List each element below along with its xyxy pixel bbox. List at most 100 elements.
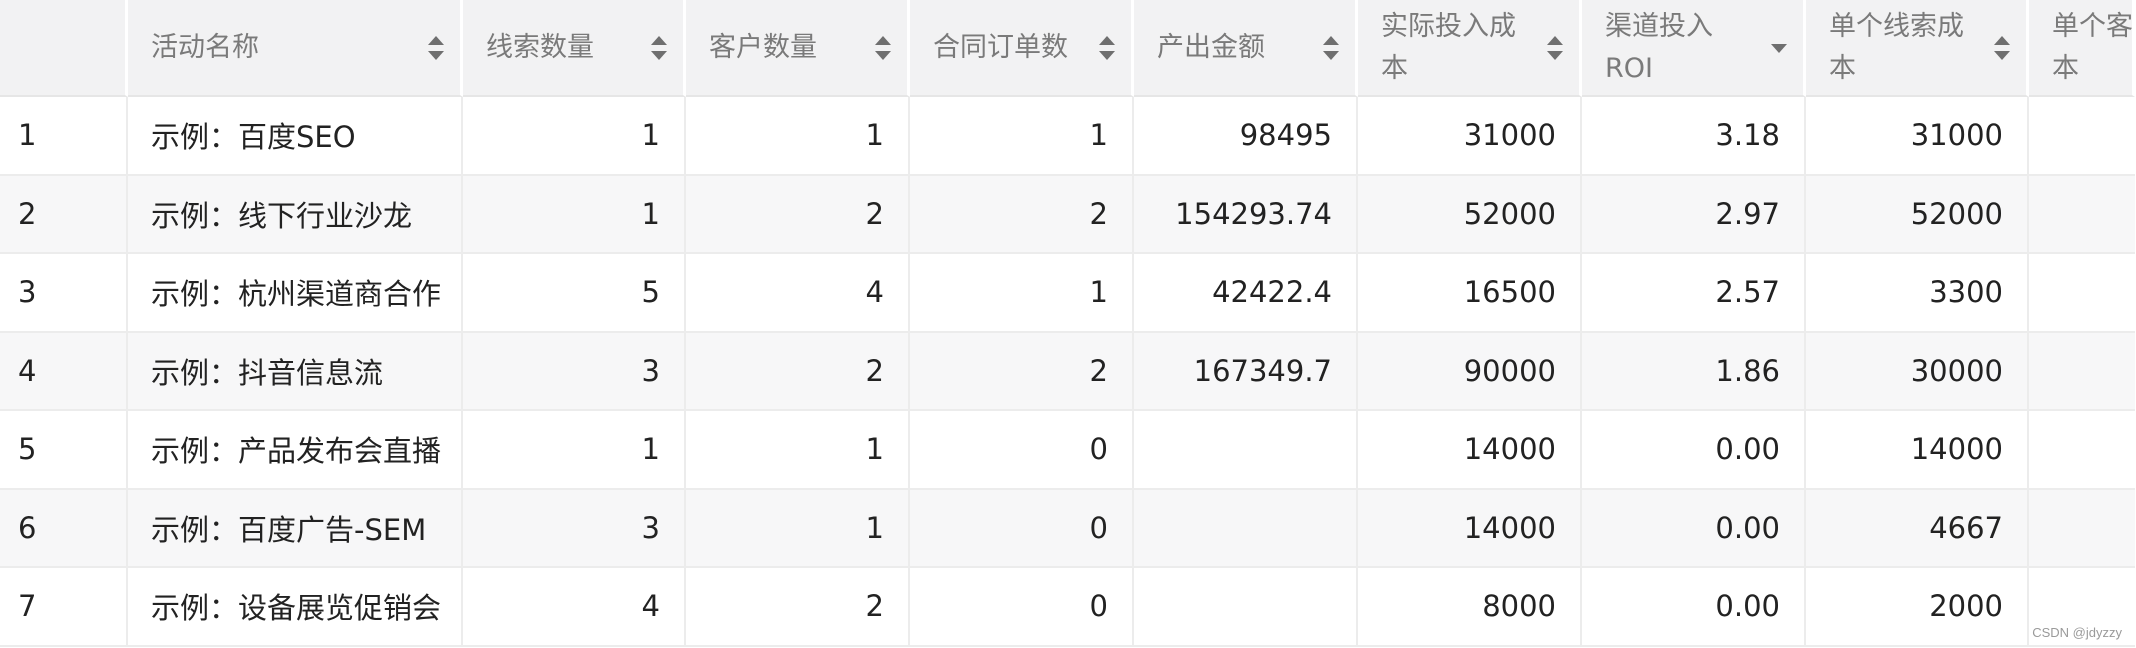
table-cell-cost-per-customer	[2029, 411, 2135, 490]
table-cell-output-amount: 98495	[1134, 97, 1358, 176]
table-cell-cost-per-lead: 14000	[1806, 411, 2029, 490]
table-cell-activity-name: 示例：百度广告-SEM	[128, 489, 463, 568]
column-header-contract-order-count[interactable]: 合同订单数	[910, 0, 1134, 97]
table-cell-cost-per-lead: 2000	[1806, 568, 2029, 647]
table-cell-output-amount: 154293.74	[1134, 175, 1358, 254]
table-cell-contract-order-count: 2	[910, 332, 1134, 411]
column-header-label: 合同订单数	[933, 0, 1068, 95]
table-cell-cost-per-customer	[2029, 489, 2135, 568]
header-label-line: 单个客	[2052, 10, 2133, 42]
column-header-label: 实际投入成本	[1381, 0, 1516, 95]
table-cell-cost-per-customer	[2029, 332, 2135, 411]
table-cell-activity-name: 示例：设备展览促销会	[128, 568, 463, 647]
column-header-cost-per-lead[interactable]: 单个线索成本	[1806, 0, 2029, 97]
table-cell-index: 6	[0, 489, 128, 568]
table-cell-cost-per-customer	[2029, 254, 2135, 333]
table-cell-actual-cost: 31000	[1358, 97, 1582, 176]
column-header-lead-count[interactable]: 线索数量	[463, 0, 686, 97]
table-cell-output-amount: 167349.7	[1134, 332, 1358, 411]
table-cell-lead-count: 3	[463, 332, 686, 411]
table-cell-cost-per-lead: 4667	[1806, 489, 2029, 568]
table-cell-lead-count: 5	[463, 254, 686, 333]
table-cell-index: 2	[0, 175, 128, 254]
header-label-line: 客户数量	[709, 31, 817, 63]
table-cell-index: 5	[0, 411, 128, 490]
table-cell-activity-name: 示例：杭州渠道商合作	[128, 254, 463, 333]
table-cell-index: 7	[0, 568, 128, 647]
sort-icon[interactable]	[1547, 35, 1563, 60]
sort-icon[interactable]	[651, 35, 667, 60]
sort-icon[interactable]	[1099, 35, 1115, 60]
sort-icon[interactable]	[1323, 35, 1339, 60]
table-cell-activity-name: 示例：产品发布会直播	[128, 411, 463, 490]
table-cell-lead-count: 1	[463, 97, 686, 176]
table-cell-activity-name: 示例：百度SEO	[128, 97, 463, 176]
table-cell-channel-roi: 0.00	[1582, 489, 1806, 568]
table-cell-output-amount	[1134, 411, 1358, 490]
table-cell-cost-per-lead: 3300	[1806, 254, 2029, 333]
header-label-line: 本	[1381, 52, 1408, 84]
table-cell-contract-order-count: 0	[910, 411, 1134, 490]
column-header-customer-count[interactable]: 客户数量	[686, 0, 910, 97]
table-cell-output-amount	[1134, 489, 1358, 568]
table-cell-customer-count: 2	[686, 175, 910, 254]
watermark: CSDN @jdyzzy	[2032, 625, 2122, 640]
column-header-label: 产出金额	[1157, 0, 1265, 95]
column-header-label: 单个线索成本	[1829, 0, 1964, 95]
table-cell-customer-count: 2	[686, 568, 910, 647]
header-label-line: 本	[2052, 52, 2079, 84]
table-cell-contract-order-count: 0	[910, 489, 1134, 568]
table-cell-cost-per-customer	[2029, 97, 2135, 176]
table-cell-actual-cost: 90000	[1358, 332, 1582, 411]
header-label-line: 渠道投入	[1605, 10, 1713, 42]
header-label-line: 本	[1829, 52, 1856, 84]
table-cell-actual-cost: 16500	[1358, 254, 1582, 333]
column-header-cost-per-customer[interactable]: 单个客本	[2029, 0, 2135, 97]
table-cell-cost-per-lead: 31000	[1806, 97, 2029, 176]
column-header-label: 客户数量	[709, 0, 817, 95]
table-cell-channel-roi: 1.86	[1582, 332, 1806, 411]
table-cell-index: 3	[0, 254, 128, 333]
column-header-output-amount[interactable]: 产出金额	[1134, 0, 1358, 97]
column-header-label: 线索数量	[486, 0, 594, 95]
table-cell-customer-count: 1	[686, 411, 910, 490]
sort-desc-icon[interactable]	[1771, 36, 1787, 60]
header-label-line: 线索数量	[486, 31, 594, 63]
table-cell-actual-cost: 8000	[1358, 568, 1582, 647]
column-header-channel-roi[interactable]: 渠道投入 ROI	[1582, 0, 1806, 97]
table-cell-channel-roi: 3.18	[1582, 97, 1806, 176]
table-cell-output-amount: 42422.4	[1134, 254, 1358, 333]
table-cell-contract-order-count: 0	[910, 568, 1134, 647]
table-cell-output-amount	[1134, 568, 1358, 647]
column-header-actual-cost[interactable]: 实际投入成本	[1358, 0, 1582, 97]
table-cell-index: 4	[0, 332, 128, 411]
header-label-line: 活动名称	[151, 31, 259, 63]
table-cell-cost-per-lead: 52000	[1806, 175, 2029, 254]
table-cell-lead-count: 3	[463, 489, 686, 568]
header-label-line: 合同订单数	[933, 31, 1068, 63]
table-cell-actual-cost: 14000	[1358, 411, 1582, 490]
table-cell-customer-count: 1	[686, 97, 910, 176]
table-cell-actual-cost: 52000	[1358, 175, 1582, 254]
header-label-line: 实际投入成	[1381, 10, 1516, 42]
table-cell-lead-count: 1	[463, 175, 686, 254]
sort-icon[interactable]	[1994, 35, 2010, 60]
sort-icon[interactable]	[428, 35, 444, 60]
table-cell-contract-order-count: 1	[910, 254, 1134, 333]
table-cell-channel-roi: 0.00	[1582, 568, 1806, 647]
table-cell-activity-name: 示例：抖音信息流	[128, 332, 463, 411]
table-cell-contract-order-count: 1	[910, 97, 1134, 176]
table-cell-channel-roi: 0.00	[1582, 411, 1806, 490]
table-cell-actual-cost: 14000	[1358, 489, 1582, 568]
table-cell-contract-order-count: 2	[910, 175, 1134, 254]
sort-icon[interactable]	[875, 35, 891, 60]
table-cell-channel-roi: 2.57	[1582, 254, 1806, 333]
table-cell-cost-per-customer	[2029, 175, 2135, 254]
table-cell-customer-count: 2	[686, 332, 910, 411]
table-cell-activity-name: 示例：线下行业沙龙	[128, 175, 463, 254]
header-label-line: 产出金额	[1157, 31, 1265, 63]
column-header-activity-name[interactable]: 活动名称	[128, 0, 463, 97]
table-cell-customer-count: 1	[686, 489, 910, 568]
column-header-label: 渠道投入 ROI	[1605, 0, 1713, 95]
header-label-line: ROI	[1605, 52, 1653, 84]
